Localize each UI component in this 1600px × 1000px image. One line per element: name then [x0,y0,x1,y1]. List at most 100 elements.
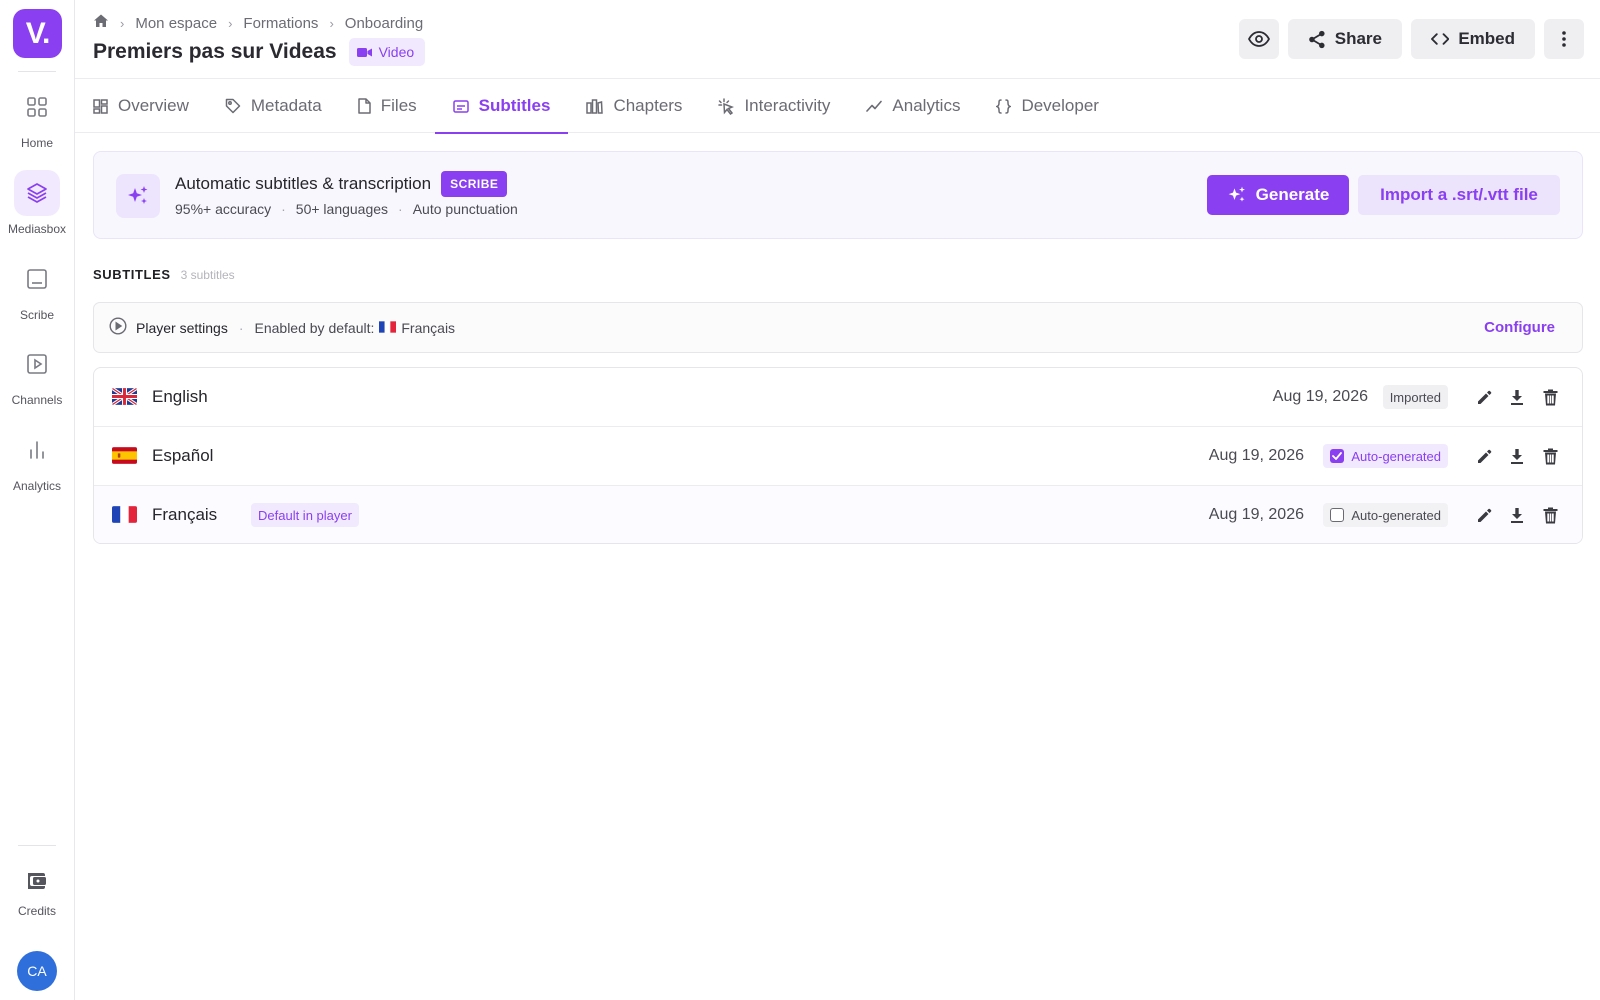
sidebar-item-home[interactable]: Home [0,84,74,150]
default-language: Français [401,319,456,336]
subtitle-list: English Aug 19, 2026 Imported Español Au… [93,367,1583,544]
tab-subtitles[interactable]: Subtitles [434,79,569,134]
layers-icon [14,170,60,216]
checkbox-checked-icon [1330,449,1345,463]
status-badge-label: Imported [1389,389,1441,405]
subtitles-section-heading: SUBTITLES 3 subtitles [93,267,235,282]
tab-developer[interactable]: Developer [978,79,1117,133]
subtitle-date: Aug 19, 2026 [1208,447,1304,464]
download-icon[interactable] [1507,505,1527,525]
sidebar-divider [18,71,56,72]
import-subtitle-button[interactable]: Import a .srt/.vtt file [1358,175,1560,215]
status-badge-label: Auto-generated [1351,448,1441,464]
generate-button[interactable]: Generate [1207,175,1349,215]
checkbox-unchecked-icon [1330,508,1345,522]
auto-generated-toggle[interactable]: Auto-generated [1323,444,1448,468]
download-icon[interactable] [1507,387,1527,407]
sparkles-icon [1228,186,1245,202]
sidebar-item-label: Mediasbox [7,222,67,236]
subtitles-icon [452,99,469,113]
subtitle-date: Aug 19, 2026 [1272,388,1368,405]
sidebar-item-channels[interactable]: Channels [0,341,74,407]
tab-interactivity[interactable]: Interactivity [700,79,848,133]
separator-dot: · [398,201,403,217]
sidebar-item-credits[interactable]: Credits [0,863,74,918]
file-icon [358,98,371,114]
type-badge-label: Video [378,44,415,60]
breadcrumb-item[interactable]: Onboarding [345,15,423,32]
feature-item: 50+ languages [295,201,389,217]
tab-analytics[interactable]: Analytics [848,79,978,133]
subtitle-row-espanol: Español Aug 19, 2026 Auto-generated [94,427,1582,486]
edit-icon[interactable] [1474,446,1494,466]
tab-label: Developer [1021,96,1099,115]
video-camera-icon [356,47,372,57]
scribe-banner: Automatic subtitles & transcription SCRI… [93,151,1583,239]
avatar[interactable]: CA [17,951,57,991]
more-options-button[interactable] [1544,19,1584,59]
generate-label: Generate [1255,185,1330,204]
subtitle-date: Aug 19, 2026 [1208,506,1304,523]
code-icon [1431,33,1450,45]
tab-label: Interactivity [744,96,831,115]
tab-files[interactable]: Files [340,79,435,133]
sidebar-item-label: Scribe [19,308,54,322]
type-badge: Video [348,38,426,66]
home-icon[interactable] [93,13,109,33]
tab-label: Overview [118,96,189,115]
chevron-right-icon: › [228,15,233,31]
tab-bar: Overview Metadata Files Subtitles Chapte… [75,79,1600,134]
sparkles-icon [116,174,160,218]
sidebar-item-label: Analytics [12,479,62,493]
trash-icon[interactable] [1540,505,1560,525]
section-title: SUBTITLES [93,267,171,282]
embed-button[interactable]: Embed [1411,19,1535,59]
download-icon[interactable] [1507,446,1527,466]
chevron-right-icon: › [120,15,125,31]
subtitle-language: Français [152,505,218,524]
edit-icon[interactable] [1474,505,1494,525]
player-settings-label: Player settings [136,319,228,336]
subtitle-language: Español [152,446,214,465]
sidebar-item-analytics[interactable]: Analytics [0,427,74,493]
flag-es-icon [112,447,137,464]
feature-item: Auto punctuation [412,201,518,217]
tab-label: Analytics [892,96,961,115]
sidebar-divider [18,845,56,846]
sidebar-item-label: Channels [11,393,63,407]
feature-item: 95%+ accuracy [175,201,272,217]
edit-icon[interactable] [1474,387,1494,407]
tab-chapters[interactable]: Chapters [568,79,700,133]
chapters-icon [586,98,604,114]
trash-icon[interactable] [1540,387,1560,407]
sidebar-item-label: Home [20,136,53,150]
auto-generated-toggle[interactable]: Auto-generated [1323,503,1448,527]
tab-metadata[interactable]: Metadata [207,79,340,133]
scribe-badge: SCRIBE [441,171,508,197]
share-button[interactable]: Share [1288,19,1402,59]
app-logo[interactable]: V. [13,9,62,58]
breadcrumb-item[interactable]: Formations [243,15,318,32]
trash-icon[interactable] [1540,446,1560,466]
tab-label: Chapters [613,96,683,115]
default-in-player-badge: Default in player [251,503,359,527]
wallet-icon [14,863,60,897]
flag-fr-icon [112,506,137,523]
share-icon [1309,30,1325,48]
status-badge-label: Auto-generated [1351,507,1441,523]
more-vertical-icon [1562,31,1566,47]
sidebar-item-mediasbox[interactable]: Mediasbox [0,170,74,236]
bar-chart-icon [14,427,60,473]
grid-icon [14,84,60,130]
banner-title-row: Automatic subtitles & transcription SCRI… [175,171,508,197]
sidebar-item-scribe[interactable]: Scribe [0,256,74,322]
configure-link[interactable]: Configure [1484,319,1555,336]
embed-label: Embed [1458,29,1515,48]
header-actions: Share Embed [1239,19,1584,59]
chevron-right-icon: › [329,15,334,31]
preview-button[interactable] [1239,19,1279,59]
tab-overview[interactable]: Overview [93,79,207,133]
subtitle-language: English [152,387,208,406]
breadcrumb-item[interactable]: Mon espace [135,15,217,32]
title-row: Premiers pas sur Videas Video [93,38,426,66]
